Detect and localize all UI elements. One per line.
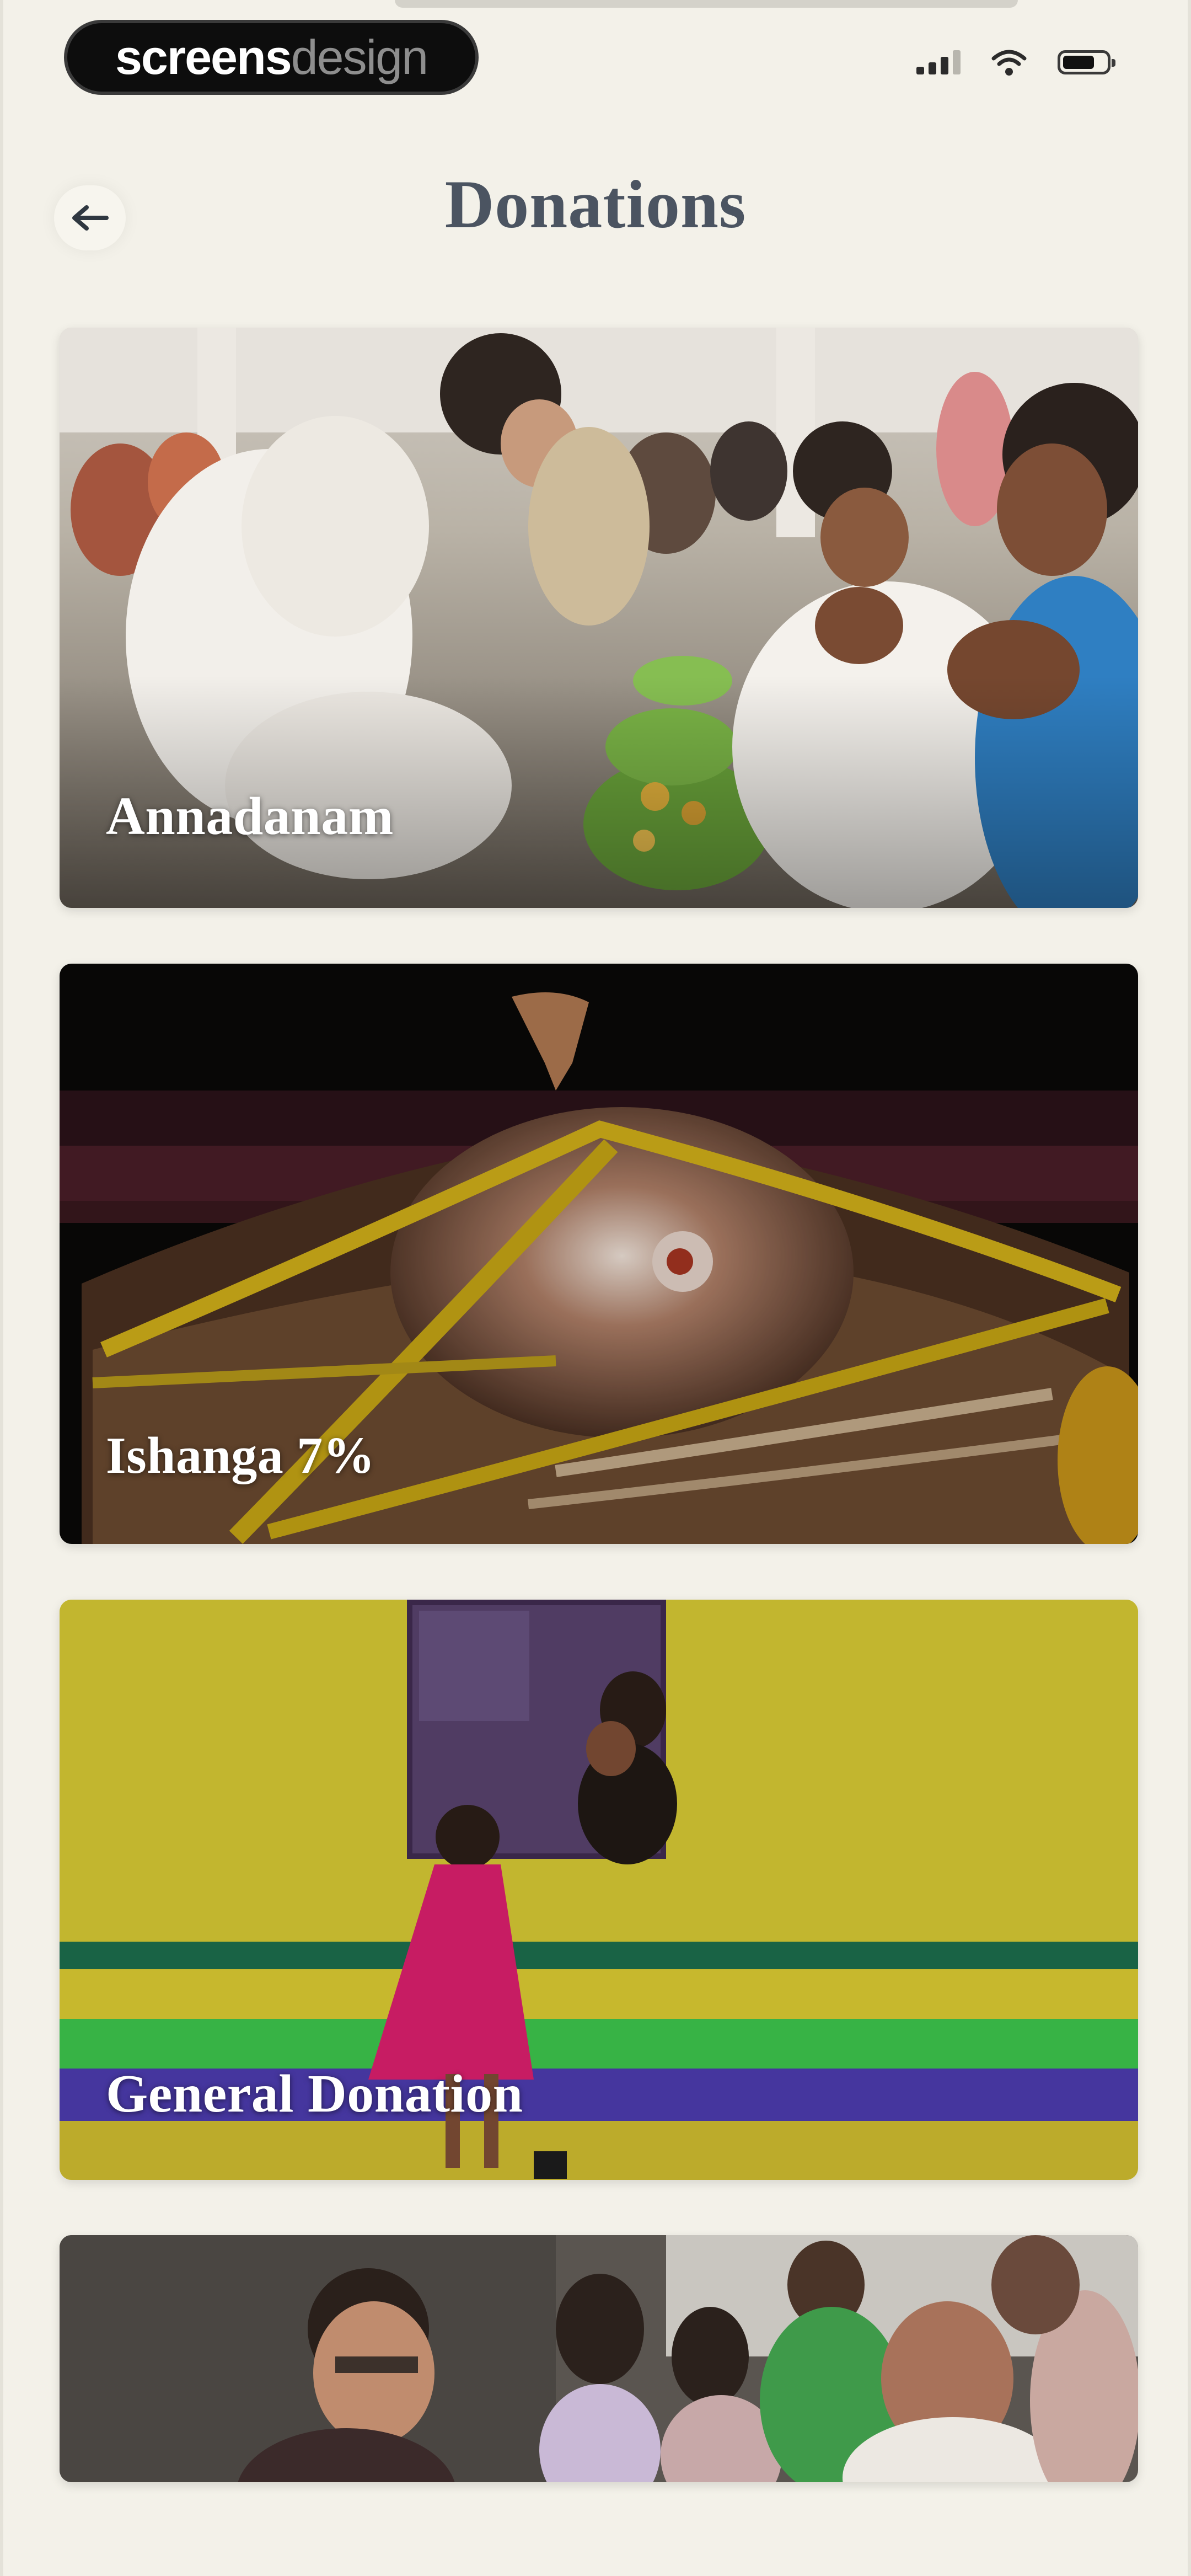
status-icons [916,49,1115,76]
app-screen: screens design Donations Annadanam Ishan… [0,0,1191,2576]
device-notch [395,0,1018,8]
battery-icon [1058,50,1115,74]
card-image-group-of-people [60,2235,1138,2482]
donation-card-ishanga[interactable]: Ishanga 7% [60,964,1138,1544]
card-label: Annadanam [106,787,394,846]
brand-watermark-pill: screens design [64,20,479,95]
page-title: Donations [444,167,747,242]
brand-text-light: design [291,30,428,84]
donation-card-4[interactable] [60,2235,1138,2482]
brand-text-bold: screens [115,30,292,84]
wifi-icon [991,49,1027,76]
card-label: Ishanga 7% [106,1427,375,1484]
donation-card-annadanam[interactable]: Annadanam [60,328,1138,908]
card-label: General Donation [106,2064,523,2124]
cellular-signal-icon [916,50,961,74]
donation-card-general[interactable]: General Donation [60,1600,1138,2180]
